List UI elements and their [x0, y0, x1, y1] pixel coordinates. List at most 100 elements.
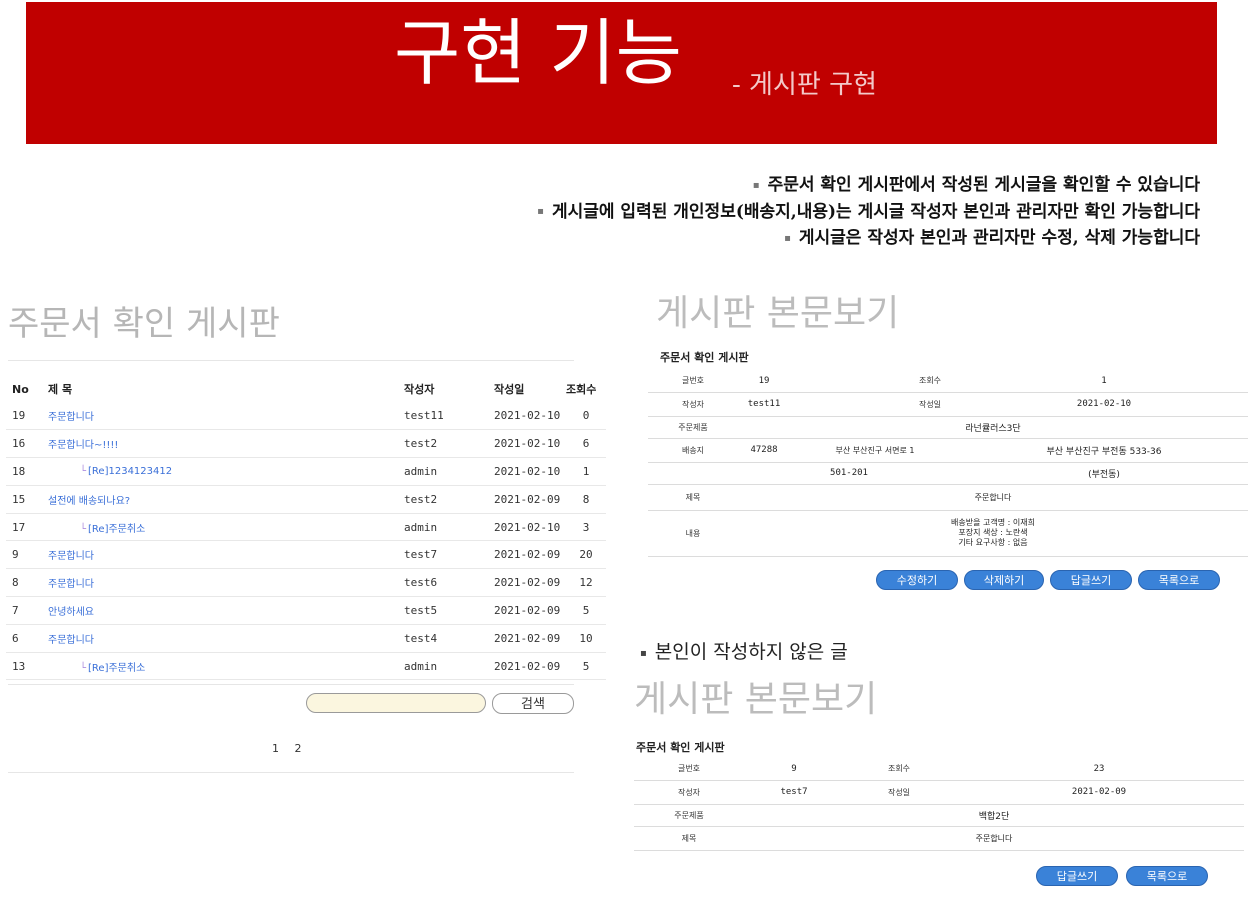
row-writer: test2	[404, 485, 494, 514]
value-date: 2021-02-10	[960, 392, 1248, 417]
table-row[interactable]: 18 └ [Re]1234123412 admin 2021-02-10 1	[6, 457, 606, 486]
view-title: 게시판 본문보기	[634, 679, 878, 720]
label-no: 글번호	[648, 370, 738, 393]
row-subject-link[interactable]: 주문합니다	[48, 568, 404, 598]
table-row[interactable]: 8 주문합니다 test6 2021-02-09 12	[6, 568, 606, 598]
table-row[interactable]: 6 주문합니다 test4 2021-02-09 10	[6, 624, 606, 653]
row-views: 12	[566, 568, 606, 598]
table-row[interactable]: 13 └ [Re]주문취소 admin 2021-02-09 5	[6, 652, 606, 681]
value-writer: test7	[744, 780, 844, 805]
row-writer: test6	[404, 568, 494, 598]
value-no: 19	[738, 370, 790, 393]
row-views: 5	[566, 652, 606, 681]
row-writer: test5	[404, 596, 494, 625]
row-no: 13	[6, 652, 48, 681]
table-row[interactable]: 9 주문합니다 test7 2021-02-09 20	[6, 540, 606, 570]
row-views: 6	[566, 429, 606, 459]
reply-icon: └	[80, 523, 87, 535]
row-subject-link[interactable]: 안녕하세요	[48, 596, 404, 625]
value-addr1: 부산 부산진구 서면로 1	[790, 438, 960, 463]
value-zip: 47288	[738, 438, 790, 463]
list-board-title: 주문서 확인 게시판	[8, 304, 280, 344]
row-date: 2021-02-09	[494, 540, 566, 570]
list-button[interactable]: 목록으로	[1126, 866, 1208, 886]
value-subject: 주문합니다	[738, 484, 1248, 511]
value-addr3: 501-201	[738, 462, 960, 485]
view-title: 게시판 본문보기	[656, 293, 900, 334]
label-writer: 작성자	[634, 780, 744, 805]
row-no: 15	[6, 485, 48, 514]
value-addr4: (부전동)	[960, 462, 1248, 485]
row-subject-link[interactable]: └ [Re]1234123412	[48, 457, 404, 486]
value-subject: 주문합니다	[744, 826, 1244, 851]
value-writer: test11	[738, 392, 790, 417]
table-header: No 제 목 작성자 작성일 조회수	[6, 376, 606, 402]
divider	[8, 772, 574, 773]
bullet-item: ▪ 게시글에 입력된 개인정보(배송지,내용)는 게시글 작성자 본인과 관리자만…	[537, 201, 1200, 222]
reply-button[interactable]: 답글쓰기	[1050, 570, 1132, 590]
bullet-icon: ▪	[640, 647, 647, 659]
value-addr2: 부산 부산진구 부전동 533-36	[960, 438, 1248, 463]
pagination[interactable]: 1 2	[272, 742, 302, 755]
post-detail-table: 글번호 19 조회수 1 작성자 test11 작성일 2021-02-10 주…	[648, 370, 1248, 557]
row-date: 2021-02-09	[494, 652, 566, 681]
search-input[interactable]	[306, 693, 486, 713]
row-no: 9	[6, 540, 48, 570]
note-text: ▪ 본인이 작성하지 않은 글	[640, 641, 848, 663]
edit-button[interactable]: 수정하기	[876, 570, 958, 590]
reply-icon: └	[80, 465, 87, 477]
row-subject-link[interactable]: 설전에 배송되나요?	[48, 485, 404, 514]
row-date: 2021-02-09	[494, 596, 566, 625]
search-button[interactable]: 검색	[492, 693, 574, 714]
delete-button[interactable]: 삭제하기	[964, 570, 1044, 590]
row-subject-link[interactable]: 주문합니다~!!!!	[48, 429, 404, 459]
col-subject: 제 목	[48, 383, 73, 396]
row-date: 2021-02-09	[494, 624, 566, 653]
value-no: 9	[744, 758, 844, 781]
view-board-name: 주문서 확인 게시판	[660, 351, 749, 364]
table-row[interactable]: 7 안녕하세요 test5 2021-02-09 5	[6, 596, 606, 625]
row-writer: test11	[404, 402, 494, 431]
bullet-item: ▪ 게시글은 작성자 본인과 관리자만 수정, 삭제 가능합니다	[784, 228, 1200, 248]
banner-subtitle: - 게시판 구현	[732, 70, 877, 100]
label-content: 내용	[648, 510, 738, 557]
divider	[8, 684, 574, 685]
post-list-table: No 제 목 작성자 작성일 조회수 19 주문합니다 test11 2021-02-…	[6, 376, 606, 681]
bullet-item: ▪ 주문서 확인 게시판에서 작성된 게시글을 확인할 수 있습니다	[752, 175, 1200, 195]
value-product: 백합2단	[744, 804, 1244, 827]
row-views: 0	[566, 402, 606, 431]
row-no: 16	[6, 429, 48, 459]
list-button[interactable]: 목록으로	[1138, 570, 1220, 590]
feature-bullets: ▪ 주문서 확인 게시판에서 작성된 게시글을 확인할 수 있습니다 ▪ 게시글에 …	[537, 172, 1200, 252]
row-subject-link[interactable]: └ [Re]주문취소	[48, 652, 404, 681]
value-date: 2021-02-09	[954, 780, 1244, 805]
label-address: 배송지	[648, 438, 738, 463]
row-subject-link[interactable]: 주문합니다	[48, 402, 404, 431]
label-views: 조회수	[900, 370, 960, 393]
row-views: 20	[566, 540, 606, 570]
table-row[interactable]: 19 주문합니다 test11 2021-02-10 0	[6, 402, 606, 431]
row-writer: test2	[404, 429, 494, 459]
label-writer: 작성자	[648, 392, 738, 417]
label-views: 조회수	[844, 758, 954, 781]
col-date: 작성일	[494, 383, 525, 396]
row-date: 2021-02-10	[494, 429, 566, 459]
label-no: 글번호	[634, 758, 744, 781]
bullet-icon: ▪	[537, 206, 544, 217]
row-no: 6	[6, 624, 48, 653]
col-writer: 작성자	[404, 383, 435, 396]
label-subject: 제목	[634, 826, 744, 851]
table-row[interactable]: 15 설전에 배송되나요? test2 2021-02-09 8	[6, 485, 606, 514]
row-views: 8	[566, 485, 606, 514]
label-product: 주문제품	[634, 804, 744, 827]
reply-icon: └	[80, 662, 87, 674]
table-row[interactable]: 17 └ [Re]주문취소 admin 2021-02-10 3	[6, 513, 606, 542]
table-row[interactable]: 16 주문합니다~!!!! test2 2021-02-10 6	[6, 429, 606, 459]
reply-button[interactable]: 답글쓰기	[1036, 866, 1118, 886]
row-subject-link[interactable]: 주문합니다	[48, 624, 404, 653]
post-detail-table: 글번호 9 조회수 23 작성자 test7 작성일 2021-02-09 주문…	[634, 758, 1244, 851]
view-board-name: 주문서 확인 게시판	[636, 741, 725, 754]
row-subject-link[interactable]: └ [Re]주문취소	[48, 513, 404, 542]
label-subject: 제목	[648, 484, 738, 511]
row-subject-link[interactable]: 주문합니다	[48, 540, 404, 570]
